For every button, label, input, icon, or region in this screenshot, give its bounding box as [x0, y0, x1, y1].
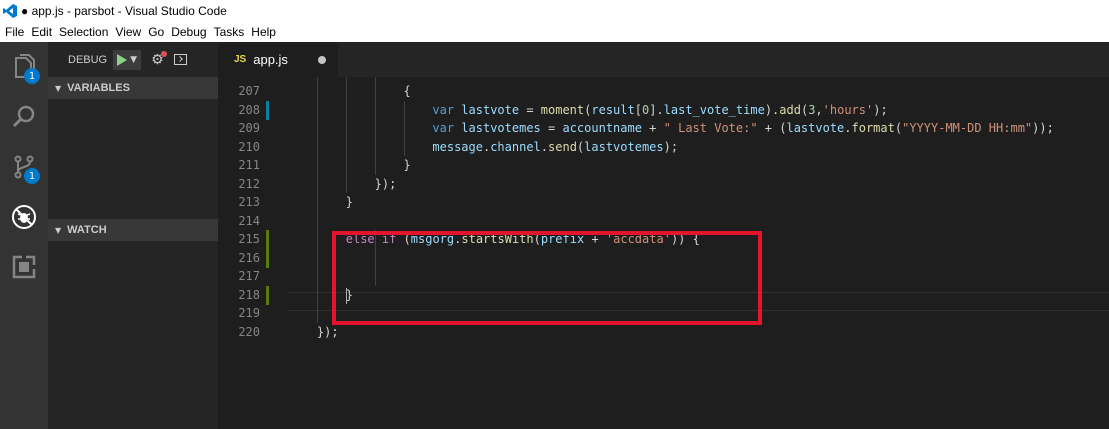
code-line[interactable]: 211}: [218, 156, 1109, 175]
debug-console-icon[interactable]: [173, 54, 187, 65]
indent-guide: [403, 100, 405, 156]
line-number: 207: [238, 84, 260, 98]
code-line[interactable]: 213}: [218, 193, 1109, 212]
javascript-file-icon: JS: [234, 54, 247, 65]
tab-app-js[interactable]: JS app.js: [218, 42, 338, 77]
explorer-badge: 1: [24, 68, 40, 84]
code-text: });: [316, 324, 339, 339]
line-number: 213: [238, 195, 260, 209]
line-number: 212: [238, 176, 260, 191]
code-text: var lastvote = moment(result[0].last_vot…: [432, 102, 888, 117]
code-line[interactable]: 214: [218, 212, 1109, 231]
git-change-marker[interactable]: [266, 230, 269, 249]
menu-tasks[interactable]: Tasks: [211, 25, 248, 39]
code-text: var lastvotemes = accountname + " Last V…: [432, 121, 1054, 135]
window-title: ● app.js - parsbot - Visual Studio Code: [21, 4, 227, 18]
menu-view[interactable]: View: [112, 25, 144, 39]
start-debugging-button[interactable]: ▼: [113, 49, 142, 70]
code-text: message.channel.send(lastvotemes);: [432, 139, 679, 154]
debug-sidebar: DEBUG ▼ ⚙ ▼ VARIABLES ▼ WATCH: [48, 42, 218, 429]
extensions-button[interactable]: [0, 242, 48, 292]
tab-label: app.js: [253, 52, 288, 67]
menu-help[interactable]: Help: [248, 25, 279, 39]
menu-debug[interactable]: Debug: [168, 25, 209, 39]
git-change-marker[interactable]: [266, 285, 269, 305]
code-line[interactable]: 212});: [218, 175, 1109, 194]
code-line[interactable]: 207 {: [218, 82, 1109, 101]
line-number: 219: [238, 306, 260, 320]
line-number: 214: [238, 213, 260, 228]
search-button[interactable]: [0, 92, 48, 142]
menu-edit[interactable]: Edit: [28, 25, 55, 39]
line-number: 215: [238, 232, 260, 246]
unsaved-changes-dot[interactable]: [318, 56, 326, 64]
menu-bar: File Edit Selection View Go Debug Tasks …: [0, 22, 1109, 42]
line-number: 210: [238, 139, 260, 154]
line-number: 217: [238, 269, 260, 283]
line-number: 220: [238, 324, 260, 339]
code-line[interactable]: 210 message.channel.send(lastvotemes);: [218, 138, 1109, 157]
line-number: 218: [238, 287, 260, 302]
git-change-marker[interactable]: [266, 248, 269, 268]
gear-icon[interactable]: ⚙: [151, 50, 167, 68]
activity-bar: 1 1: [0, 42, 48, 429]
code-line[interactable]: 220});: [218, 323, 1109, 342]
chevron-down-icon: ▼: [55, 83, 62, 93]
chevron-down-icon[interactable]: ▼: [130, 55, 137, 65]
play-icon: [117, 53, 128, 66]
line-number: 208: [238, 102, 260, 117]
line-number: 209: [238, 121, 260, 135]
editor-tab-bar: JS app.js: [218, 42, 1109, 77]
source-control-button[interactable]: 1: [0, 142, 48, 192]
watch-label: WATCH: [67, 224, 107, 236]
variables-section-header[interactable]: ▼ VARIABLES: [48, 77, 218, 99]
code-text: });: [374, 176, 397, 191]
git-change-marker[interactable]: [266, 100, 269, 120]
indent-guide: [316, 77, 318, 323]
code-line[interactable]: 208 var lastvote = moment(result[0].last_…: [218, 100, 1109, 120]
debug-toolbar: DEBUG ▼ ⚙: [48, 42, 218, 77]
red-highlight-box: [332, 231, 762, 325]
extensions-icon: [12, 255, 36, 279]
menu-go[interactable]: Go: [145, 25, 167, 39]
title-bar: ● app.js - parsbot - Visual Studio Code: [0, 0, 1109, 22]
debug-icon: [12, 205, 36, 229]
vscode-logo-icon: [3, 4, 17, 18]
menu-selection[interactable]: Selection: [56, 25, 111, 39]
explorer-button[interactable]: 1: [0, 42, 48, 92]
watch-section-header[interactable]: ▼ WATCH: [48, 219, 218, 241]
indent-guide: [374, 77, 376, 175]
menu-file[interactable]: File: [2, 25, 27, 39]
code-text: }: [403, 158, 411, 172]
line-number: 211: [238, 158, 260, 172]
debug-title: DEBUG: [68, 53, 108, 66]
variables-label: VARIABLES: [67, 82, 130, 94]
chevron-down-icon: ▼: [55, 225, 62, 235]
debug-button[interactable]: [0, 192, 48, 242]
source-control-badge: 1: [24, 168, 40, 184]
config-indicator: [160, 50, 167, 57]
indent-guide: [345, 77, 347, 193]
line-number: 216: [238, 250, 260, 265]
search-icon: [12, 105, 35, 128]
code-line[interactable]: 209 var lastvotemes = accountname + " Las…: [218, 119, 1109, 138]
code-text: {: [403, 84, 411, 98]
code-text: }: [345, 195, 353, 209]
